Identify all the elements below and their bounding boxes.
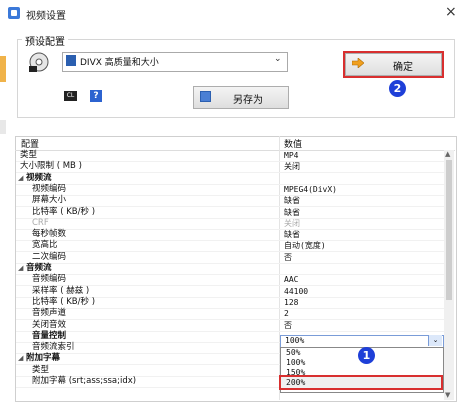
title-bar [0, 0, 468, 26]
row-value: 关闭 [284, 162, 300, 172]
grid-header [15, 136, 455, 151]
arrow-right-icon [352, 58, 364, 68]
dropdown-arrow-icon[interactable]: ⌄ [428, 335, 442, 346]
preset-select-value: DIVX 高质量和大小 [80, 58, 159, 68]
volume-combo-value: 100% [285, 336, 305, 345]
row-name: 音频编码 [32, 274, 67, 285]
row-name: 每秒帧数 [32, 229, 67, 240]
floppy-icon [200, 91, 211, 102]
table-row[interactable]: 宽高比 自动(宽度) [16, 240, 444, 253]
row-name: 音频流索引 [32, 342, 75, 353]
row-name: 音频流 [26, 263, 52, 273]
table-row[interactable]: 音频编码 AAC [16, 274, 444, 287]
ok-button-label: 确定 [393, 62, 413, 73]
row-name: 附加字幕 [26, 353, 61, 364]
row-name: 关闭音效 [32, 319, 67, 330]
collapse-triangle-icon[interactable]: ◢ [18, 263, 23, 274]
row-name: 二次编码 [32, 251, 67, 262]
window-title: 视频设置 [26, 11, 66, 22]
save-disk-icon [66, 55, 76, 66]
table-row[interactable]: 二次编码 否 [16, 252, 444, 264]
collapse-triangle-icon[interactable]: ◢ [18, 353, 23, 364]
disc-icon [29, 52, 49, 72]
row-value: 缺省 [284, 230, 300, 240]
scroll-down-icon[interactable]: ▼ [445, 391, 450, 399]
chevron-down-icon[interactable]: ⌄ [274, 54, 282, 64]
row-value: AAC [284, 275, 299, 285]
table-row[interactable]: CRF 关闭 [16, 218, 444, 230]
row-name: 类型 [20, 150, 38, 160]
row-name: 采样率 ( 赫兹 ) [32, 285, 90, 296]
row-value: MP4 [284, 151, 299, 160]
table-row[interactable]: 每秒帧数 缺省 [16, 229, 444, 242]
row-value: 自动(宽度) [284, 241, 326, 251]
row-name: 屏幕大小 [32, 195, 67, 206]
scroll-up-icon[interactable]: ▲ [445, 150, 450, 158]
row-name: 视频编码 [32, 183, 67, 194]
background-window-edge [0, 56, 6, 82]
row-value: 否 [284, 252, 292, 262]
command-icon[interactable]: CL [64, 91, 77, 101]
row-value: 缺省 [284, 196, 300, 206]
scroll-thumb[interactable] [446, 160, 452, 300]
row-name: 视频流 [26, 172, 52, 183]
dropdown-option[interactable]: 200% [286, 377, 305, 388]
row-value: MPEG4(DivX) [284, 184, 337, 194]
row-value: 缺省 [284, 207, 300, 217]
table-row[interactable]: 大小限制 ( MB ) 关闭 [16, 161, 444, 174]
row-value: 关闭 [284, 218, 300, 228]
column-header-value: 数值 [284, 140, 303, 150]
row-name: 比特率 ( KB/秒 ) [32, 206, 96, 217]
row-name: 音量控制 [32, 330, 67, 341]
row-name: 音频声道 [32, 308, 67, 319]
grid-category[interactable]: ◢ 音频流 [16, 263, 444, 275]
row-name: CRF [32, 217, 49, 228]
save-as-button-label: 另存为 [233, 95, 263, 106]
row-value: 44100 [284, 286, 309, 296]
grid-category[interactable]: ◢ 视频流 [16, 173, 444, 185]
table-row[interactable]: 屏幕大小 缺省 [16, 195, 444, 208]
row-name: 大小限制 ( MB ) [20, 161, 82, 172]
table-row[interactable]: 采样率 ( 赫兹 ) 44100 [16, 286, 444, 298]
app-icon [8, 7, 20, 19]
row-value: 否 [284, 320, 292, 330]
row-name: 类型 [32, 364, 50, 375]
close-icon[interactable]: × [445, 4, 457, 20]
row-name: 比特率 ( KB/秒 ) [32, 296, 96, 307]
column-header-name: 配置 [21, 140, 40, 150]
row-name: 附加字幕 (srt;ass;ssa;idx) [32, 376, 137, 386]
table-row[interactable]: 比特率 ( KB/秒 ) 128 [16, 297, 444, 309]
table-row[interactable]: 比特率 ( KB/秒 ) 缺省 [16, 207, 444, 219]
background-window-edge-2 [0, 120, 6, 134]
step-badge-1: 1 [358, 347, 375, 364]
row-name: 宽高比 [32, 240, 58, 251]
table-row[interactable]: 音频声道 2 [16, 308, 444, 321]
row-value: 2 [284, 309, 289, 319]
collapse-triangle-icon[interactable]: ◢ [18, 173, 23, 184]
row-value: 128 [284, 297, 299, 307]
step-badge-2: 2 [389, 80, 406, 97]
preset-group-label: 预设配置 [22, 33, 68, 48]
table-row[interactable]: 关闭音效 否 [16, 320, 444, 332]
table-row[interactable]: 视频编码 MPEG4(DivX) [16, 184, 444, 196]
help-icon[interactable]: ? [90, 90, 102, 102]
